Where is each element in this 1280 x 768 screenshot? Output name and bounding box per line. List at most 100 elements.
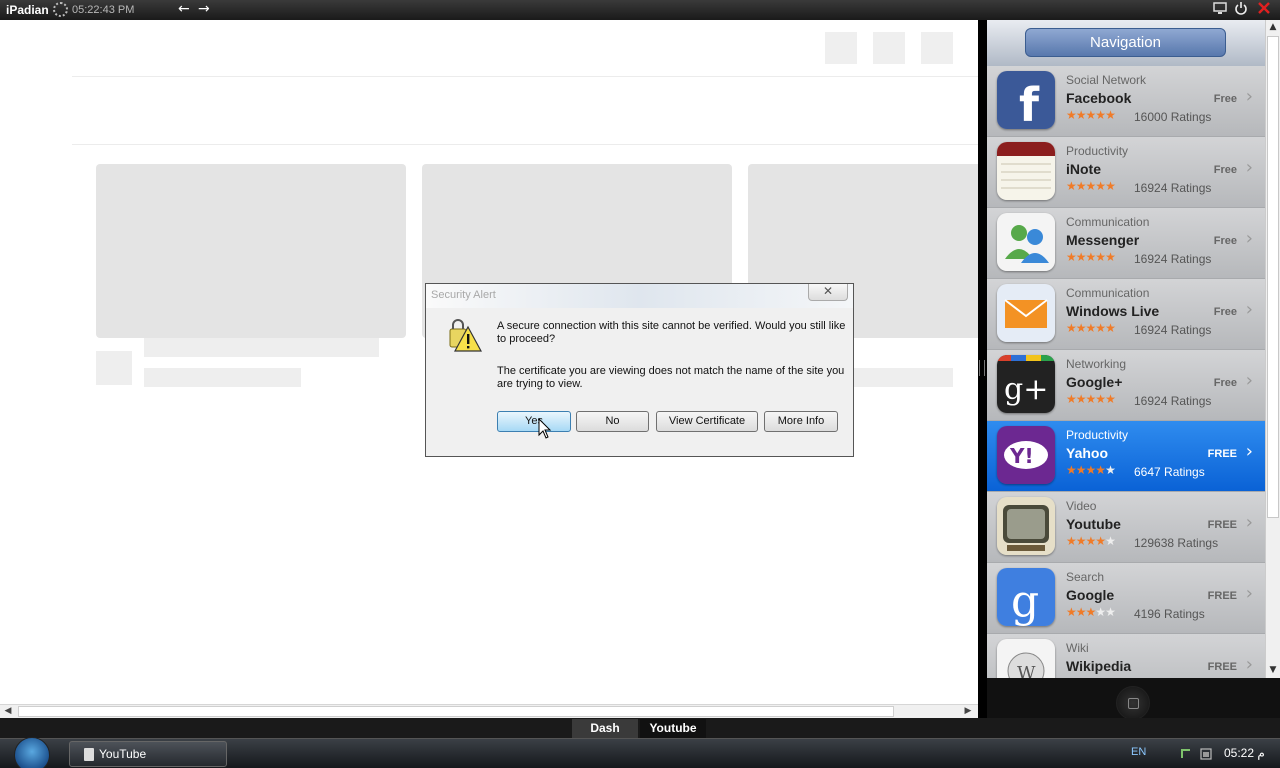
app-name: Youtube bbox=[1066, 516, 1121, 532]
star-icon: ★ bbox=[1085, 392, 1097, 406]
app-category: Search bbox=[1066, 570, 1105, 584]
star-icon: ★ bbox=[1095, 179, 1106, 193]
chevron-right-icon: › bbox=[1245, 157, 1253, 178]
app-list-item[interactable]: Y! Productivity Yahoo FREE 6647 Ratings ★★★★★… bbox=[987, 421, 1265, 492]
app-category: Communication bbox=[1066, 215, 1150, 229]
star-icon: ★ bbox=[1085, 179, 1097, 193]
app-list-item[interactable]: Productivity iNote Free 16924 Ratings ★★★★★ › bbox=[987, 137, 1265, 208]
scroll-down-icon[interactable]: ▼ bbox=[1266, 663, 1280, 677]
star-rating: ★★★★★ bbox=[1066, 250, 1116, 264]
dock-tabs: Dash Youtube bbox=[0, 718, 1280, 738]
placeholder-header-icon bbox=[825, 32, 857, 64]
loading-spinner-icon bbox=[53, 2, 68, 17]
star-icon: ★ bbox=[1085, 250, 1097, 264]
language-indicator[interactable]: EN bbox=[1131, 746, 1146, 758]
navigation-panel: Navigation f Social Network Facebook Free 16… bbox=[987, 20, 1280, 720]
google-plus-icon: g+ bbox=[997, 355, 1055, 413]
app-category: Video bbox=[1066, 499, 1097, 513]
arrow-left-icon[interactable]: ← bbox=[178, 1, 190, 17]
app-list-item[interactable]: Communication Windows Live Free 16924 Ratin… bbox=[987, 279, 1265, 350]
navigation-button[interactable]: Navigation bbox=[1025, 28, 1226, 57]
app-price: FREE bbox=[1207, 448, 1237, 460]
app-list-item[interactable]: g Search Google FREE 4196 Ratings ★★★★★ › bbox=[987, 563, 1265, 634]
scroll-right-icon[interactable]: ▶ bbox=[960, 705, 976, 718]
app-ratings: 16000 Ratings bbox=[1134, 110, 1212, 124]
video-thumbnail-placeholder bbox=[96, 164, 406, 338]
star-icon: ★ bbox=[1105, 250, 1116, 264]
star-icon: ★ bbox=[1095, 108, 1106, 122]
close-icon[interactable] bbox=[1257, 1, 1271, 19]
subtitle-placeholder bbox=[144, 368, 301, 387]
start-button[interactable] bbox=[14, 737, 50, 768]
star-icon: ★ bbox=[1075, 108, 1087, 122]
star-icon: ★ bbox=[1066, 179, 1077, 193]
desktop: iPadian 05:22:43 PM ← → ◀ ▶ Security Ale… bbox=[0, 0, 1280, 768]
tab-dash[interactable]: Dash bbox=[572, 719, 638, 738]
vertical-scrollbar[interactable]: ▲ ▼ bbox=[1265, 20, 1280, 678]
app-price: FREE bbox=[1207, 590, 1237, 602]
svg-text:g: g bbox=[1011, 576, 1039, 626]
scroll-up-icon[interactable]: ▲ bbox=[1266, 20, 1280, 34]
placeholder-header-icon bbox=[921, 32, 953, 64]
star-icon: ★ bbox=[1095, 463, 1106, 477]
warning-lock-icon bbox=[446, 319, 483, 355]
avatar-placeholder bbox=[96, 351, 132, 385]
scroll-left-icon[interactable]: ◀ bbox=[0, 705, 16, 718]
taskbar-item-label: YouTube bbox=[99, 747, 147, 761]
chevron-right-icon: › bbox=[1245, 512, 1253, 533]
star-rating: ★★★★★ bbox=[1066, 605, 1116, 619]
star-icon: ★ bbox=[1075, 605, 1087, 619]
notepad-icon bbox=[997, 142, 1055, 200]
app-category: Communication bbox=[1066, 286, 1150, 300]
star-icon: ★ bbox=[1075, 534, 1087, 548]
app-name: Google bbox=[1066, 587, 1115, 603]
star-icon: ★ bbox=[1066, 534, 1077, 548]
horizontal-scrollbar[interactable]: ◀ ▶ bbox=[0, 704, 978, 718]
home-button[interactable] bbox=[1116, 686, 1150, 720]
app-ratings: 16924 Ratings bbox=[1134, 323, 1212, 337]
star-icon: ★ bbox=[1075, 463, 1087, 477]
scrollbar-thumb[interactable] bbox=[1267, 36, 1279, 518]
view-certificate-button[interactable]: View Certificate bbox=[656, 411, 758, 432]
app-category: Productivity bbox=[1066, 144, 1129, 158]
star-rating: ★★★★★ bbox=[1066, 534, 1116, 548]
battery-icon[interactable] bbox=[1199, 746, 1213, 763]
mail-icon bbox=[997, 284, 1055, 342]
svg-text:g+: g+ bbox=[1004, 372, 1048, 407]
star-icon: ★ bbox=[1105, 463, 1116, 477]
app-ratings: 16924 Ratings bbox=[1134, 252, 1212, 266]
facebook-icon: f bbox=[997, 71, 1055, 129]
tab-youtube[interactable]: Youtube bbox=[640, 719, 706, 738]
network-icon[interactable] bbox=[1180, 746, 1192, 763]
mouse-cursor-icon bbox=[538, 417, 552, 444]
app-list-item[interactable]: WWikiWikipediaFREE★★★★★› bbox=[987, 634, 1265, 678]
dialog-close-button[interactable]: ✕ bbox=[808, 284, 848, 301]
app-list-item[interactable]: Video Youtube FREE 129638 Ratings ★★★★★ › bbox=[987, 492, 1265, 563]
app-list-item[interactable]: f Social Network Facebook Free 16000 Ratings… bbox=[987, 66, 1265, 137]
subtitle-placeholder bbox=[852, 368, 953, 387]
star-icon: ★ bbox=[1105, 392, 1116, 406]
svg-text:W: W bbox=[1017, 663, 1036, 678]
power-icon[interactable] bbox=[1234, 1, 1248, 19]
app-price: Free bbox=[1213, 93, 1237, 105]
taskbar-item-youtube[interactable]: YouTube bbox=[69, 741, 227, 767]
arrow-right-icon[interactable]: → bbox=[198, 1, 210, 17]
star-rating: ★★★★★ bbox=[1066, 179, 1116, 193]
navigation-header: Navigation bbox=[987, 20, 1267, 66]
star-icon: ★ bbox=[1085, 463, 1097, 477]
more-info-button[interactable]: More Info bbox=[764, 411, 838, 432]
monitor-icon[interactable] bbox=[1213, 1, 1227, 19]
app-list-item[interactable]: Communication Messenger Free 16924 Ratings ★… bbox=[987, 208, 1265, 279]
app-list-item[interactable]: g+ Networking Google+ Free 16924 Ratings ★★★★… bbox=[987, 350, 1265, 421]
panel-splitter-handle[interactable] bbox=[979, 360, 985, 376]
no-button[interactable]: No bbox=[576, 411, 649, 432]
star-icon: ★ bbox=[1085, 605, 1097, 619]
star-icon: ★ bbox=[1066, 463, 1077, 477]
star-icon: ★ bbox=[1066, 108, 1077, 122]
title-placeholder bbox=[144, 338, 379, 357]
dialog-message-primary: A secure connection with this site canno… bbox=[497, 320, 846, 345]
star-icon: ★ bbox=[1075, 179, 1087, 193]
divider bbox=[72, 144, 978, 145]
scrollbar-thumb[interactable] bbox=[18, 706, 894, 717]
yes-button[interactable]: Yes bbox=[497, 411, 571, 432]
